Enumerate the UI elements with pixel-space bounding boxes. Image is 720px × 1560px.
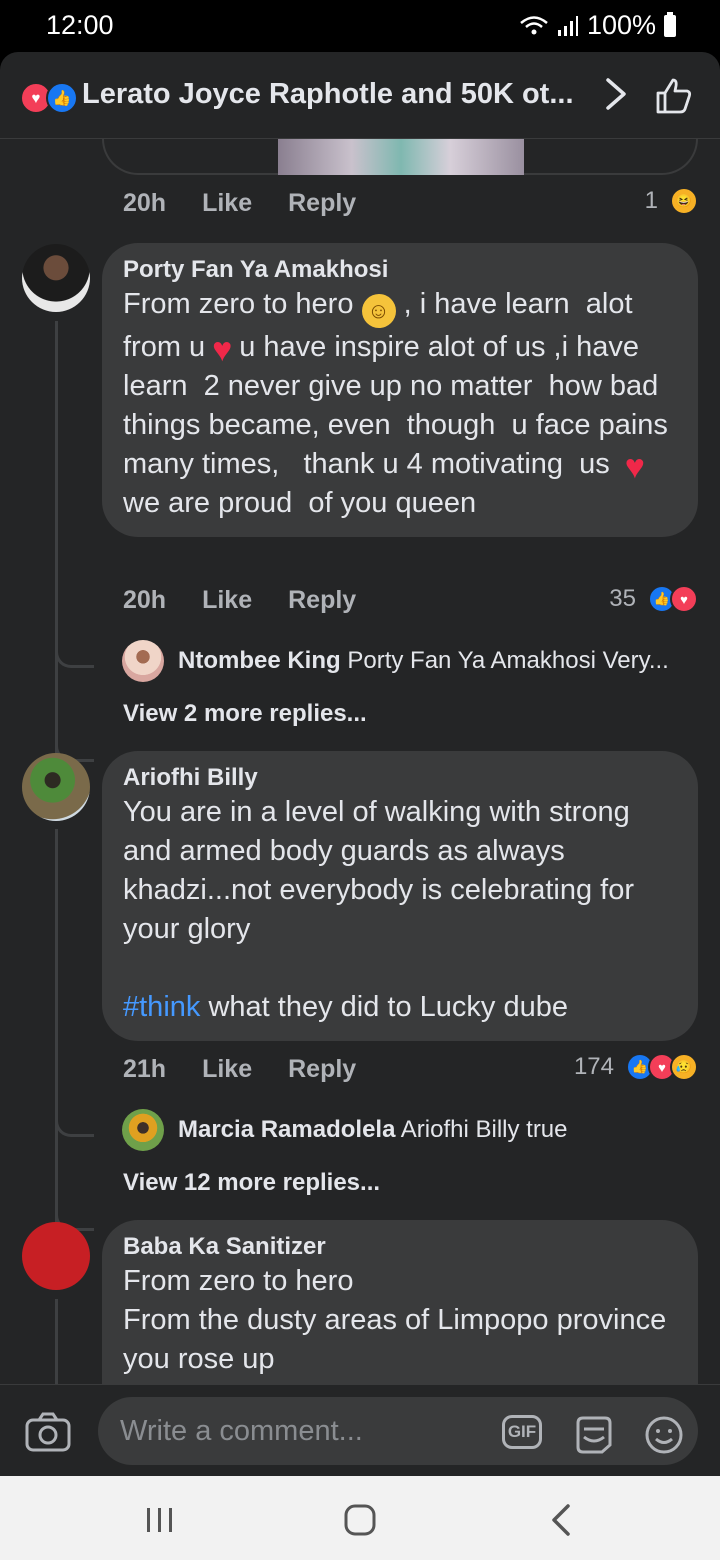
like-button[interactable]: Like	[202, 586, 252, 615]
reply-text: Porty Fan Ya Amakhosi Very...	[347, 647, 669, 674]
reaction-count-number: 174	[573, 1053, 614, 1080]
like-icon: 👍	[46, 82, 78, 114]
system-navigation-bar	[0, 1476, 720, 1560]
like-button[interactable]: Like	[202, 1055, 252, 1084]
reaction-summary: ♥ 👍	[20, 82, 80, 114]
recent-apps-icon[interactable]	[140, 1500, 180, 1540]
battery-percent: 100%	[586, 10, 656, 40]
comments-list: 20h Like Reply 1 😆 Porty Fan Ya Amakhosi…	[0, 139, 720, 1385]
avatar[interactable]	[22, 244, 90, 312]
reaction-count-number: 35	[609, 585, 636, 612]
reaction-count[interactable]: 35 👍 ♥	[609, 585, 698, 613]
like-button[interactable]: Like	[202, 189, 252, 218]
emoji-icon[interactable]	[642, 1415, 686, 1455]
comment-text: From zero to hero From the dusty areas o…	[123, 1265, 667, 1375]
avatar[interactable]	[22, 1222, 90, 1290]
timestamp: 21h	[123, 1055, 167, 1083]
reaction-count[interactable]: 174 👍 ♥ 😥	[574, 1053, 698, 1081]
reply-author: Ntombee King	[178, 647, 341, 674]
reaction-count-number: 1	[644, 187, 658, 214]
chevron-right-icon[interactable]	[600, 74, 632, 114]
comment-image[interactable]	[278, 139, 524, 175]
status-bar: 12:00 100%	[0, 0, 720, 52]
status-time: 12:00	[46, 10, 114, 40]
comment-bubble[interactable]: Baba Ka Sanitizer From zero to hero From…	[102, 1220, 698, 1385]
reply-author: Marcia Ramadolela	[178, 1116, 396, 1143]
reply-connector	[55, 615, 94, 668]
reply-connector	[55, 665, 94, 762]
view-more-replies[interactable]: View 2 more replies...	[123, 700, 367, 728]
comment-composer: GIF	[0, 1384, 720, 1476]
reaction-count[interactable]: 1 😆	[645, 187, 698, 215]
status-icons: 100%	[519, 10, 676, 41]
reply-text: Ariofhi Billy true	[400, 1116, 568, 1143]
comment-bubble[interactable]: Porty Fan Ya Amakhosi From zero to hero …	[102, 243, 698, 537]
home-icon[interactable]	[340, 1500, 380, 1540]
laughing-icon: 😆	[670, 187, 698, 215]
comment-actions: 20h Like Reply	[123, 586, 356, 615]
comment-text-part: From zero to hero	[123, 288, 362, 320]
comment-author[interactable]: Baba Ka Sanitizer	[123, 1232, 677, 1262]
reply-button[interactable]: Reply	[288, 586, 356, 615]
comments-screen: ♥ 👍 Lerato Joyce Raphotle and 50K ot... …	[0, 52, 720, 1476]
battery-icon	[664, 11, 676, 37]
timestamp: 20h	[123, 586, 167, 614]
love-icon: ♥	[670, 585, 698, 613]
thumbs-up-icon[interactable]	[654, 76, 694, 116]
reply-connector	[55, 1084, 94, 1137]
comment-text-line: #think what they did to Lucky dube	[123, 988, 677, 1027]
heart-emoji-icon: ♥	[624, 448, 645, 486]
comment-text: From zero to hero ☺ , i have learn alot …	[123, 285, 677, 523]
comment-actions: 21h Like Reply	[123, 1055, 356, 1084]
comment-text-part: we are proud of you queen	[123, 487, 477, 519]
comment-text-part: what they did to Lucky dube	[200, 991, 568, 1023]
sticker-icon[interactable]	[572, 1415, 616, 1455]
reply-preview[interactable]: Marcia Ramadolela Ariofhi Billy true	[178, 1116, 568, 1144]
reactions-header[interactable]: ♥ 👍 Lerato Joyce Raphotle and 50K ot...	[0, 52, 720, 139]
hashtag-link[interactable]: #think	[123, 991, 200, 1023]
thread-line	[55, 1299, 58, 1385]
reply-preview[interactable]: Ntombee King Porty Fan Ya Amakhosi Very.…	[178, 647, 669, 675]
signal-icon	[557, 15, 578, 36]
reactions-title[interactable]: Lerato Joyce Raphotle and 50K ot...	[82, 78, 574, 111]
camera-icon[interactable]	[24, 1411, 72, 1453]
smiling-emoji-icon: ☺	[361, 294, 396, 328]
reply-avatar[interactable]	[122, 1109, 164, 1151]
view-more-replies[interactable]: View 12 more replies...	[123, 1169, 380, 1197]
comment-bubble[interactable]: Ariofhi Billy You are in a level of walk…	[102, 751, 698, 1041]
reply-avatar[interactable]	[122, 640, 164, 682]
back-icon[interactable]	[542, 1500, 582, 1540]
comment-author[interactable]: Porty Fan Ya Amakhosi	[123, 255, 677, 285]
reply-button[interactable]: Reply	[288, 189, 356, 218]
wifi-icon	[520, 15, 548, 34]
reply-connector	[55, 1134, 94, 1231]
comment-text: You are in a level of walking with stron…	[123, 796, 643, 945]
comment-actions: 20h Like Reply	[123, 189, 356, 218]
gif-icon[interactable]: GIF	[502, 1415, 542, 1449]
avatar[interactable]	[22, 753, 90, 821]
comment-author[interactable]: Ariofhi Billy	[123, 763, 677, 793]
timestamp: 20h	[123, 189, 167, 217]
sad-icon: 😥	[670, 1053, 698, 1081]
heart-emoji-icon: ♥	[212, 331, 233, 369]
reply-button[interactable]: Reply	[288, 1055, 356, 1084]
